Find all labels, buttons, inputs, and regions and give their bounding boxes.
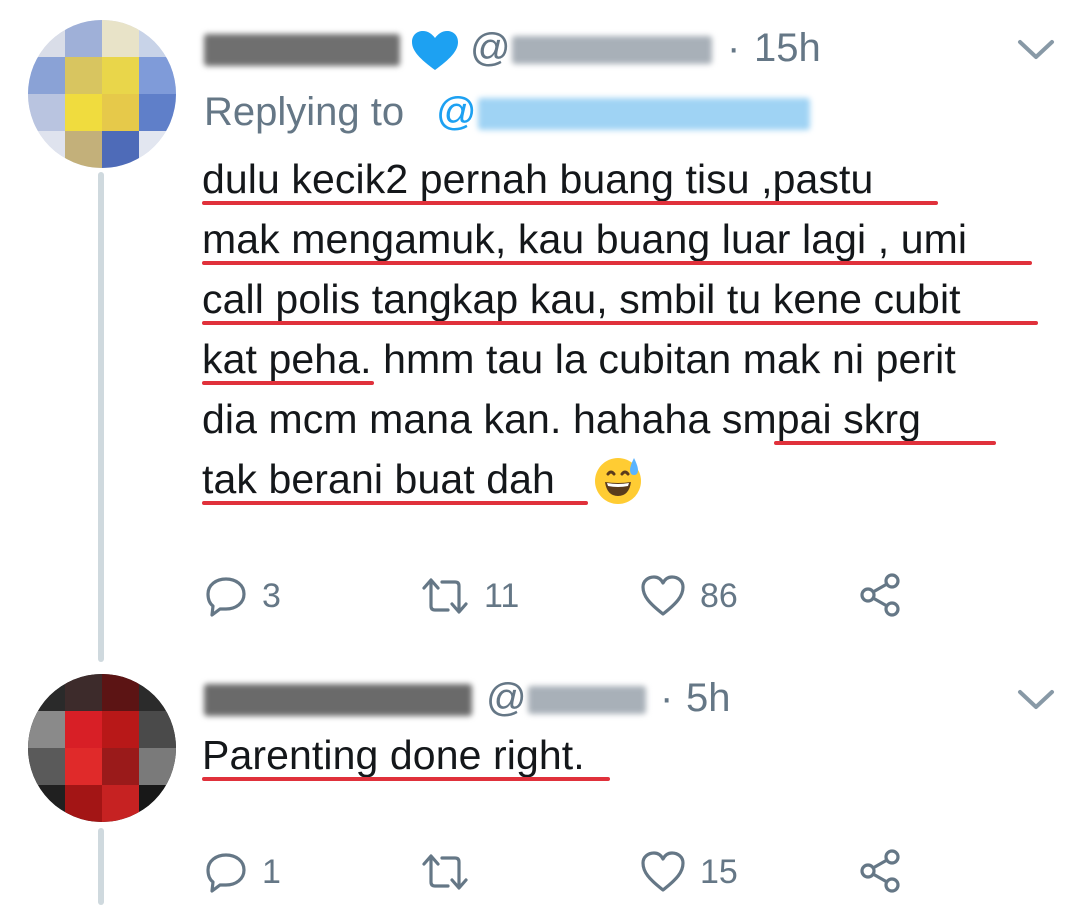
reply-button[interactable]: 3 <box>204 574 281 618</box>
tweet-time[interactable]: 15h <box>754 26 821 71</box>
like-button[interactable]: 15 <box>640 850 738 894</box>
tweet-time[interactable]: 5h <box>686 676 731 721</box>
like-count: 15 <box>700 852 738 891</box>
handle-blurred[interactable] <box>512 36 712 64</box>
heart-icon <box>641 851 685 892</box>
underline-annotation <box>202 321 1038 325</box>
reply-icon <box>206 577 246 617</box>
underline-annotation <box>202 201 938 205</box>
display-name-blurred[interactable] <box>204 34 400 66</box>
tweet-body-line-4: kat peha. hmm tau la cubitan mak ni peri… <box>202 336 956 382</box>
retweet-count: 11 <box>484 576 520 615</box>
avatar[interactable] <box>28 20 176 168</box>
reply-count: 1 <box>262 852 281 891</box>
tweet-body-line-6: tak berani buat dah <box>202 456 555 502</box>
tweet-body-line-3: call polis tangkap kau, smbil tu kene cu… <box>202 276 961 322</box>
chevron-down-icon[interactable] <box>1016 688 1056 712</box>
retweet-icon <box>422 854 468 890</box>
share-button[interactable] <box>858 572 904 618</box>
separator-dot: · <box>727 26 741 70</box>
reply-icon <box>206 853 246 893</box>
handle-blurred[interactable] <box>528 686 646 714</box>
thread-line-bottom <box>98 828 104 905</box>
tweet-body-line-1: Parenting done right. <box>202 732 585 778</box>
avatar[interactable] <box>28 674 176 822</box>
retweet-button[interactable] <box>420 850 484 894</box>
chevron-down-icon[interactable] <box>1016 38 1056 62</box>
thread-line-top <box>98 172 104 662</box>
share-button[interactable] <box>858 848 904 894</box>
underline-annotation <box>774 441 996 445</box>
underline-annotation <box>202 381 374 385</box>
grinning-face-with-sweat-emoji <box>595 458 641 504</box>
tweet-body-line-5: dia mcm mana kan. hahaha smpai skrg <box>202 396 922 442</box>
share-icon <box>860 849 900 893</box>
separator-dot: · <box>660 676 674 720</box>
reply-button[interactable]: 1 <box>204 850 281 894</box>
reply-count: 3 <box>262 576 281 615</box>
handle-prefix: @ <box>470 26 511 70</box>
avatar-pixelated-image <box>28 20 176 168</box>
replying-to-at[interactable]: @ <box>436 90 477 135</box>
retweet-button[interactable]: 11 <box>420 574 519 618</box>
display-name-blurred[interactable] <box>204 684 472 716</box>
replying-to-label: Replying to <box>204 90 405 134</box>
avatar-pixelated-image <box>28 674 176 822</box>
retweet-icon <box>422 578 468 614</box>
replying-to-handle-blurred[interactable] <box>478 98 810 130</box>
underline-annotation <box>202 777 610 781</box>
handle-prefix: @ <box>486 676 527 720</box>
tweet-body-line-1: dulu kecik2 pernah buang tisu ,pastu <box>202 156 874 202</box>
like-button[interactable]: 86 <box>640 574 738 618</box>
underline-annotation <box>202 501 588 505</box>
tweet-body-line-2: mak mengamuk, kau buang luar lagi , umi <box>202 216 968 262</box>
share-icon <box>860 573 900 617</box>
verified-heart-icon <box>412 31 458 70</box>
heart-icon <box>641 575 685 616</box>
like-count: 86 <box>700 576 738 615</box>
underline-annotation <box>202 261 1032 265</box>
